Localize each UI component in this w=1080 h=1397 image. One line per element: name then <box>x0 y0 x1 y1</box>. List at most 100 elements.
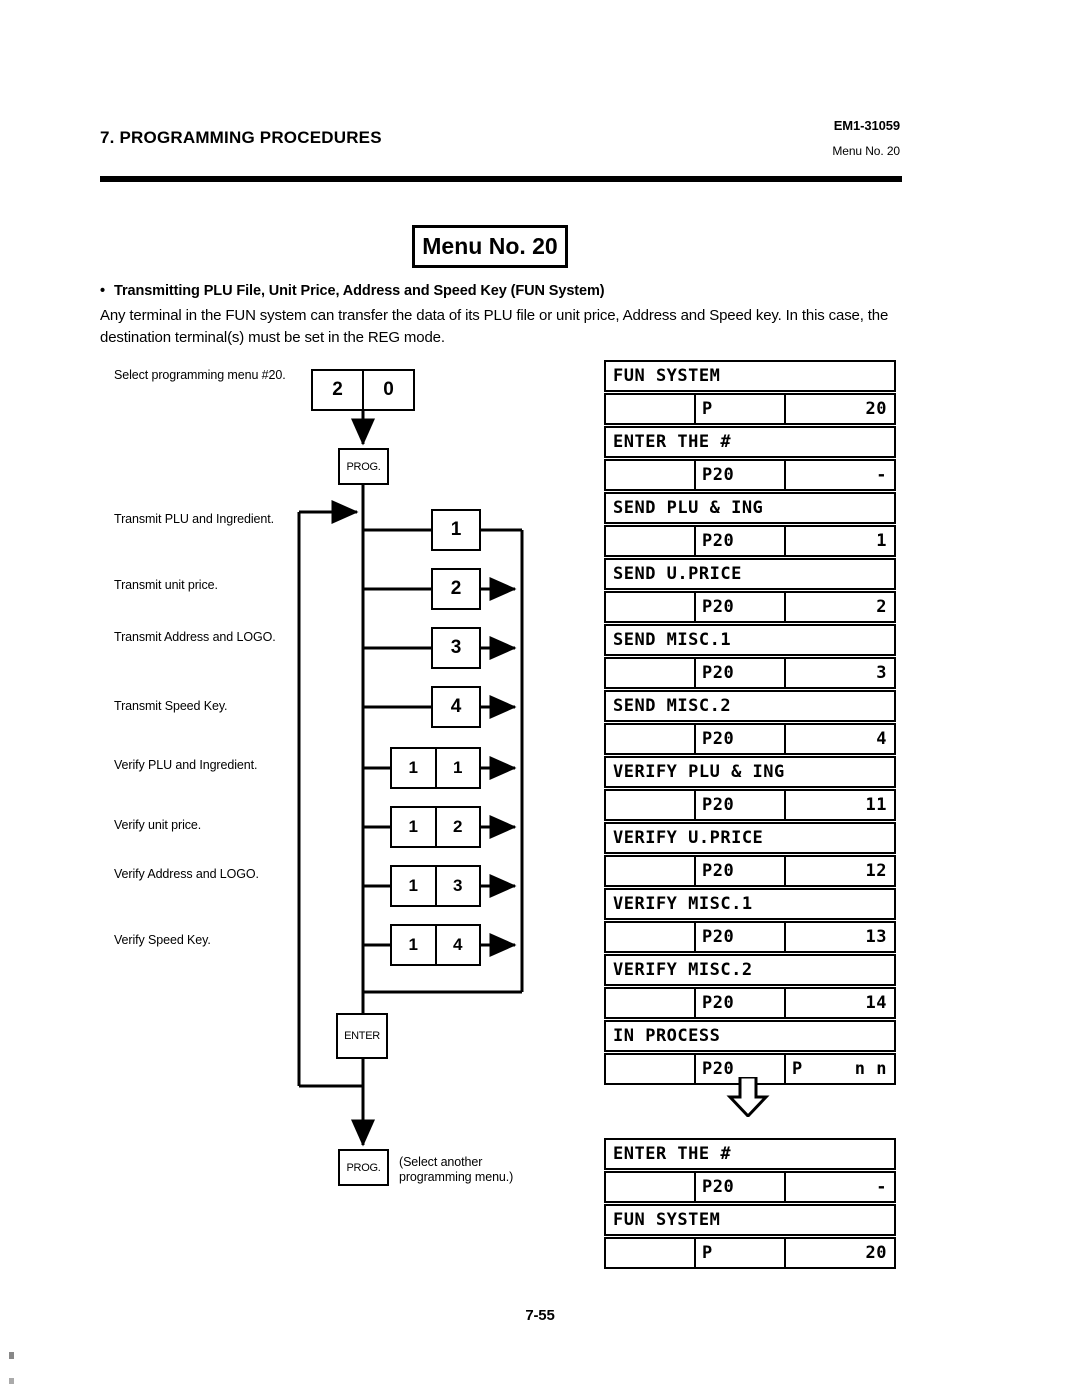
display-message-row: SEND MISC.1 <box>604 624 896 656</box>
step-description: Select programming menu #20. <box>114 368 286 382</box>
menu-title-label: Menu No. 20 <box>422 233 558 259</box>
display-message-row: VERIFY MISC.2 <box>604 954 896 986</box>
prog-key-bottom[interactable]: PROG. <box>338 1149 389 1186</box>
display-cell-left <box>606 923 694 951</box>
key-digit: 1 <box>408 817 418 836</box>
display-group: VERIFY MISC.2 P20 14 <box>604 954 896 1019</box>
display-message-row: VERIFY U.PRICE <box>604 822 896 854</box>
key-digit: 3 <box>450 637 462 658</box>
display-cell-right: 20 <box>784 395 894 423</box>
display-value-row: P20- <box>604 1171 896 1203</box>
section-bullet-text: Transmitting PLU File, Unit Price, Addre… <box>114 283 605 299</box>
display-cell-right: - <box>784 1173 894 1201</box>
display-cell-left <box>606 593 694 621</box>
step-description: Verify PLU and Ingredient. <box>114 758 258 772</box>
key-button[interactable]: 13 <box>390 865 481 907</box>
key-button[interactable]: 2 <box>431 568 481 610</box>
display-group: VERIFY PLU & ING P20 11 <box>604 756 896 821</box>
display-cell-right: 3 <box>784 659 894 687</box>
display-value-row: P20 14 <box>604 987 896 1019</box>
enter-key[interactable]: ENTER <box>336 1013 388 1059</box>
key-button[interactable]: 1 <box>431 509 481 551</box>
display-value-row: P20 4 <box>604 723 896 755</box>
key-digit: 1 <box>408 935 418 954</box>
display-cell-right: 2 <box>784 593 894 621</box>
key-digit: 1 <box>408 876 418 895</box>
step-description: Transmit unit price. <box>114 578 218 592</box>
key-button[interactable]: 11 <box>390 747 481 789</box>
header-menu-reference: Menu No. 20 <box>832 144 900 158</box>
display-cell-left <box>606 989 694 1017</box>
scan-artifact-bottom <box>9 1378 14 1384</box>
display-message-row: FUN SYSTEM <box>604 360 896 392</box>
display-message-row: FUN SYSTEM <box>604 1204 896 1236</box>
display-cell-left <box>606 791 694 819</box>
page-header: 7. PROGRAMMING PROCEDURES EM1-31059 Menu… <box>100 118 900 178</box>
display-value-row: P 20 <box>604 1237 896 1269</box>
menu-title-box: Menu No. 20 <box>412 225 568 268</box>
scan-artifact-top <box>9 1352 14 1359</box>
display-cell-right: 1 <box>784 527 894 555</box>
display-cell-middle: P20 <box>694 1173 784 1201</box>
display-group: ENTER THE # P20- <box>604 1138 896 1203</box>
display-value-row: P20 3 <box>604 657 896 689</box>
display-value-row: P20- <box>604 459 896 491</box>
key-digit: 4 <box>450 696 462 717</box>
key-digit: 1 <box>408 758 418 777</box>
display-value-row: P 20 <box>604 393 896 425</box>
prog-key-note: (Select another programming menu.) <box>399 1155 514 1184</box>
display-group: SEND MISC.1 P20 3 <box>604 624 896 689</box>
key-button[interactable]: 12 <box>390 806 481 848</box>
display-message-row: SEND MISC.2 <box>604 690 896 722</box>
display-panel: FUN SYSTEM P 20 ENTER THE # P20- SEND PLU & I… <box>604 360 896 1270</box>
key-digit: 2 <box>332 379 343 400</box>
display-cell-middle: P20 <box>694 659 784 687</box>
step-description: Verify Address and LOGO. <box>114 867 259 881</box>
display-cell-left <box>606 659 694 687</box>
display-cell-right: 12 <box>784 857 894 885</box>
display-group: FUN SYSTEM P 20 <box>604 360 896 425</box>
display-value-row: P20 11 <box>604 789 896 821</box>
key-button[interactable]: 14 <box>390 924 481 966</box>
display-message-row: SEND U.PRICE <box>604 558 896 590</box>
display-message-row: ENTER THE # <box>604 1138 896 1170</box>
display-cell-right: - <box>784 461 894 489</box>
display-message-row: VERIFY PLU & ING <box>604 756 896 788</box>
prog-key-top[interactable]: PROG. <box>338 448 389 485</box>
key-button[interactable]: 3 <box>431 627 481 669</box>
key-digit: 1 <box>450 519 462 540</box>
display-cell-middle: P20 <box>694 593 784 621</box>
bullet-icon: • <box>100 283 105 299</box>
key-button[interactable]: 4 <box>431 686 481 728</box>
display-group: FUN SYSTEM P 20 <box>604 1204 896 1269</box>
display-cell-middle: P20 <box>694 923 784 951</box>
header-rule <box>100 176 902 182</box>
display-cell-right-value: n n <box>854 1059 887 1079</box>
display-value-row: P20 12 <box>604 855 896 887</box>
step-description: Transmit Speed Key. <box>114 699 228 713</box>
key-digit: 3 <box>434 867 480 905</box>
display-group: IN PROCESS P20 Pn n <box>604 1020 896 1085</box>
step-description: Transmit Address and LOGO. <box>114 630 276 644</box>
section-bullet-heading: • Transmitting PLU File, Unit Price, Addr… <box>100 283 605 299</box>
display-message-row: VERIFY MISC.1 <box>604 888 896 920</box>
display-cell-right: 11 <box>784 791 894 819</box>
display-cell-left <box>606 1055 694 1083</box>
key-digit: 0 <box>362 371 413 409</box>
key-button[interactable]: 20 <box>311 369 415 411</box>
key-digit: 2 <box>434 808 480 846</box>
display-cell-left <box>606 1239 694 1267</box>
display-group: SEND MISC.2 P20 4 <box>604 690 896 755</box>
chapter-title: 7. PROGRAMMING PROCEDURES <box>100 128 382 147</box>
display-cell-right: 13 <box>784 923 894 951</box>
down-arrow-icon <box>726 1077 770 1117</box>
display-cell-left <box>606 527 694 555</box>
display-cell-left <box>606 461 694 489</box>
display-cell-middle: P20 <box>694 461 784 489</box>
display-group: ENTER THE # P20- <box>604 426 896 491</box>
display-cell-right: 20 <box>784 1239 894 1267</box>
display-cell-middle: P <box>694 395 784 423</box>
display-group: SEND PLU & ING P20 1 <box>604 492 896 557</box>
display-cell-right: 14 <box>784 989 894 1017</box>
display-message-row: IN PROCESS <box>604 1020 896 1052</box>
